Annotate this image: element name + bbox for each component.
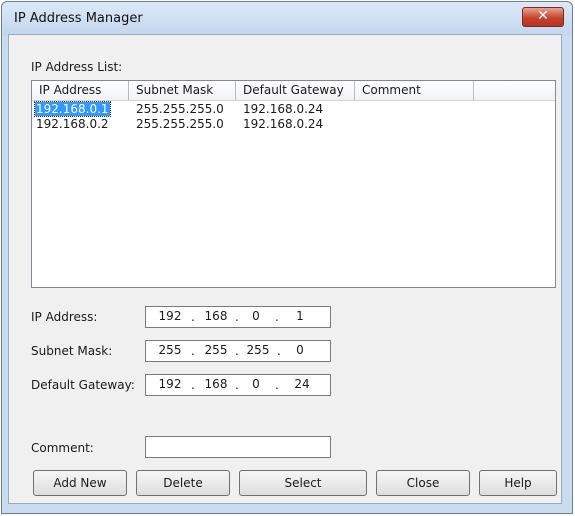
ip-address-list[interactable]: IP Address Subnet Mask Default Gateway C…	[31, 80, 556, 288]
window-close-button[interactable]: ✕	[522, 7, 564, 27]
ip-octet-1: 192	[158, 309, 182, 323]
table-row[interactable]: 192.168.0.1 255.255.255.0 192.168.0.24	[32, 101, 555, 117]
title-bar[interactable]: IP Address Manager ✕	[2, 2, 572, 36]
comment-label: Comment:	[31, 441, 94, 455]
ip-octet-2: 168	[204, 309, 228, 323]
column-header-ip-address[interactable]: IP Address	[32, 81, 129, 100]
mask-octet-1: 255	[158, 343, 182, 357]
close-button[interactable]: Close	[376, 470, 470, 496]
default-gateway-field[interactable]: 192 . 168 . 0 . 24	[145, 374, 331, 396]
ip-list-label: IP Address List:	[31, 60, 123, 74]
select-button[interactable]: Select	[239, 470, 367, 496]
octet-separator: .	[235, 378, 239, 392]
table-row[interactable]: 192.168.0.2 255.255.255.0 192.168.0.24	[32, 117, 555, 131]
ip-address-label: IP Address:	[31, 310, 98, 324]
gateway-octet-4: 24	[294, 377, 310, 391]
mask-octet-4: 0	[296, 343, 304, 357]
octet-separator: .	[275, 310, 279, 324]
add-new-button[interactable]: Add New	[33, 470, 127, 496]
octet-separator: .	[191, 344, 195, 358]
cell-default-gateway: 192.168.0.24	[243, 102, 324, 116]
cell-ip-address: 192.168.0.1	[34, 101, 111, 117]
column-header-comment[interactable]: Comment	[355, 81, 474, 100]
delete-button[interactable]: Delete	[136, 470, 230, 496]
cell-ip-address: 192.168.0.2	[36, 117, 109, 131]
octet-separator: .	[235, 310, 239, 324]
column-header-subnet-mask[interactable]: Subnet Mask	[129, 81, 236, 100]
octet-separator: .	[191, 310, 195, 324]
octet-separator: .	[235, 344, 239, 358]
octet-separator: .	[191, 378, 195, 392]
gateway-octet-2: 168	[204, 377, 228, 391]
mask-octet-2: 255	[204, 343, 228, 357]
column-header-default-gateway[interactable]: Default Gateway	[236, 81, 355, 100]
cell-subnet-mask: 255.255.255.0	[136, 102, 224, 116]
help-button[interactable]: Help	[479, 470, 557, 496]
cell-subnet-mask: 255.255.255.0	[136, 117, 224, 131]
window-title: IP Address Manager	[14, 11, 143, 26]
subnet-mask-label: Subnet Mask:	[31, 344, 113, 358]
cell-default-gateway: 192.168.0.24	[243, 117, 324, 131]
default-gateway-label: Default Gateway:	[31, 378, 135, 392]
subnet-mask-field[interactable]: 255 . 255 . 255 . 0	[145, 340, 331, 362]
mask-octet-3: 255	[246, 343, 270, 357]
ip-octet-4: 1	[296, 309, 304, 323]
close-icon: ✕	[537, 8, 549, 24]
octet-separator: .	[275, 378, 279, 392]
gateway-octet-3: 0	[252, 377, 260, 391]
ip-octet-3: 0	[252, 309, 260, 323]
ip-address-field[interactable]: 192 . 168 . 0 . 1	[145, 306, 331, 328]
gateway-octet-1: 192	[158, 377, 182, 391]
comment-field[interactable]	[145, 436, 331, 458]
list-header: IP Address Subnet Mask Default Gateway C…	[32, 81, 555, 101]
octet-separator: .	[277, 344, 281, 358]
